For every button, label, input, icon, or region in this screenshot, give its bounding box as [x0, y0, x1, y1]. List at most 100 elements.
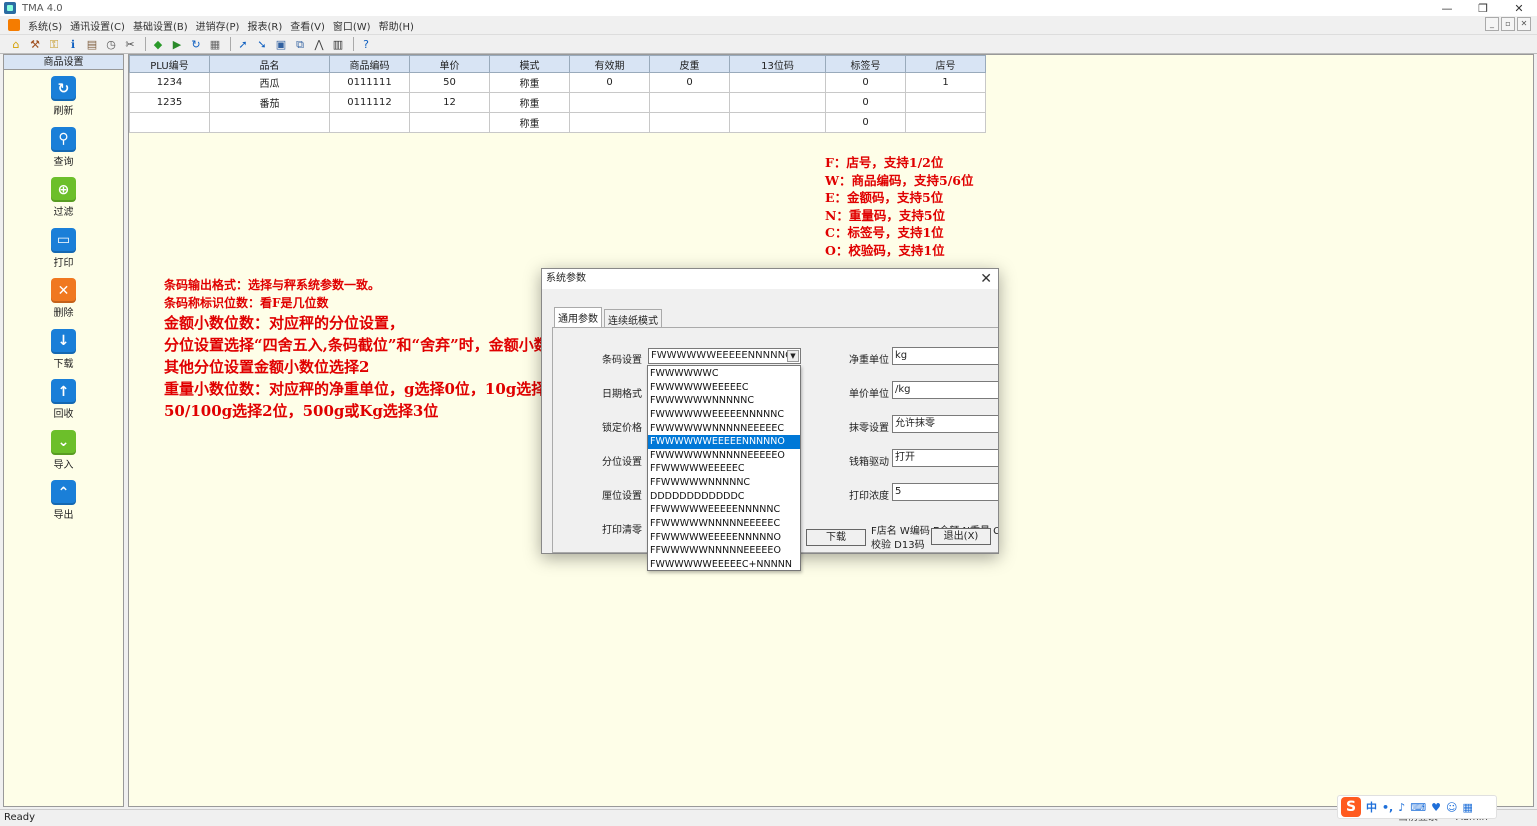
- column-header[interactable]: 13位码: [729, 55, 826, 73]
- key-icon[interactable]: ⚿: [46, 36, 62, 52]
- export-icon[interactable]: ⌃: [51, 480, 76, 505]
- barcode-icon[interactable]: ▥: [330, 36, 346, 52]
- table-cell[interactable]: 0: [825, 112, 906, 133]
- net-weight-unit-field[interactable]: kg: [892, 347, 998, 365]
- import-icon[interactable]: ⌄: [51, 429, 76, 455]
- dropdown-option[interactable]: FFWWWWWNNNNNEEEEEO: [648, 544, 800, 558]
- dropdown-option[interactable]: DDDDDDDDDDDDC: [648, 490, 800, 504]
- menu-system[interactable]: 系统(S): [28, 18, 62, 33]
- mdi-minimize-button[interactable]: _: [1485, 17, 1499, 31]
- database-icon[interactable]: ▦: [207, 36, 223, 52]
- table-cell[interactable]: [649, 92, 730, 113]
- menu-communication[interactable]: 通讯设置(C): [70, 18, 125, 33]
- column-header[interactable]: 皮重: [649, 55, 730, 73]
- mdi-restore-button[interactable]: ▫: [1501, 17, 1515, 31]
- column-header[interactable]: 单价: [409, 55, 490, 73]
- table-cell[interactable]: [569, 112, 650, 133]
- scale-receive-icon[interactable]: ➘: [254, 36, 270, 52]
- sidebar-item[interactable]: ↻ 刷新: [4, 76, 123, 117]
- refresh-icon[interactable]: ↻: [188, 36, 204, 52]
- toolbox-icon[interactable]: ▦: [1462, 801, 1472, 814]
- sidebar-item[interactable]: ⌄ 导入: [4, 429, 123, 471]
- ime-toolbar[interactable]: S 中 •, ♪ ⌨ ♥ ☺ ▦: [1337, 795, 1497, 819]
- table-cell[interactable]: 称重: [489, 92, 570, 113]
- dropdown-option[interactable]: FWWWWWWEEEEENNNNNO: [648, 435, 800, 449]
- app-menu-icon[interactable]: [8, 19, 20, 31]
- table-cell[interactable]: [329, 112, 410, 133]
- dropdown-option[interactable]: FFWWWWWNNNNNEEEEEC: [648, 517, 800, 531]
- column-header[interactable]: 商品编码: [329, 55, 410, 73]
- table-cell[interactable]: [409, 112, 490, 133]
- cash-drawer-field[interactable]: 打开: [892, 449, 998, 467]
- tab-continuous-paper[interactable]: 连续纸模式: [604, 309, 662, 327]
- dialog-close-icon[interactable]: ✕: [980, 270, 992, 288]
- table-cell[interactable]: [905, 92, 986, 113]
- menu-basic-settings[interactable]: 基础设置(B): [133, 18, 188, 33]
- refresh-icon[interactable]: ↻: [51, 76, 76, 101]
- camera-icon[interactable]: ▭: [51, 227, 76, 253]
- clock-icon[interactable]: ◷: [103, 36, 119, 52]
- skin-icon[interactable]: ♥: [1431, 801, 1441, 814]
- home-icon[interactable]: ⌂: [8, 36, 24, 52]
- microphone-icon[interactable]: ♪: [1398, 801, 1405, 814]
- column-header[interactable]: 标签号: [825, 55, 906, 73]
- column-header[interactable]: PLU编号: [129, 55, 210, 73]
- menu-reports[interactable]: 报表(R): [247, 18, 282, 33]
- dropdown-option[interactable]: FWWWWWWNNNNNEEEEEC: [648, 422, 800, 436]
- scale-send-icon[interactable]: ➚: [235, 36, 251, 52]
- table-cell[interactable]: 1: [905, 72, 986, 93]
- table-cell[interactable]: [729, 72, 826, 93]
- maximize-button[interactable]: ❐: [1465, 0, 1501, 16]
- dropdown-option[interactable]: FWWWWWWEEEEENNNNNC: [648, 408, 800, 422]
- table-cell[interactable]: 番茄: [209, 92, 330, 113]
- dropdown-option[interactable]: FFWWWWWEEEEENNNNNO: [648, 531, 800, 545]
- menu-inventory[interactable]: 进销存(P): [196, 18, 240, 33]
- dropdown-option[interactable]: FWWWWWWEEEEEC: [648, 381, 800, 395]
- upload-icon[interactable]: ◆: [150, 36, 166, 52]
- upload-icon[interactable]: ↑: [51, 379, 76, 404]
- table-cell[interactable]: 0111111: [329, 72, 410, 93]
- sidebar-item[interactable]: ↑ 回收: [4, 379, 123, 420]
- dropdown-option[interactable]: FWWWWWWNNNNNEEEEEO: [648, 449, 800, 463]
- delete-icon[interactable]: ✕: [51, 278, 76, 303]
- hammer-icon[interactable]: ⚒: [27, 36, 43, 52]
- help-icon[interactable]: ?: [358, 36, 374, 52]
- menu-help[interactable]: 帮助(H): [379, 18, 414, 33]
- close-button[interactable]: ✕: [1501, 0, 1537, 16]
- document-icon[interactable]: ▤: [84, 36, 100, 52]
- sidebar-item[interactable]: ⊕ 过滤: [4, 177, 123, 218]
- table-cell[interactable]: [129, 112, 210, 133]
- table-row[interactable]: 1234 西瓜 0111111 50 称重 0 0 0 1: [129, 72, 986, 93]
- table-cell[interactable]: [729, 92, 826, 113]
- download-button[interactable]: 下载: [806, 529, 866, 546]
- search-icon[interactable]: ⚲: [51, 126, 76, 152]
- table-cell[interactable]: [569, 92, 650, 113]
- info-icon[interactable]: ℹ: [65, 36, 81, 52]
- dropdown-option[interactable]: FFWWWWWNNNNNC: [648, 476, 800, 490]
- table-cell[interactable]: 0111112: [329, 92, 410, 113]
- dropdown-option[interactable]: FFWWWWWEEEEENNNNNC: [648, 503, 800, 517]
- table-cell[interactable]: 50: [409, 72, 490, 93]
- sidebar-item[interactable]: ⚲ 查询: [4, 126, 123, 168]
- tab-general[interactable]: 通用参数: [554, 307, 602, 327]
- table-cell[interactable]: 西瓜: [209, 72, 330, 93]
- table-cell[interactable]: 1235: [129, 92, 210, 113]
- table-row[interactable]: 称重 0: [129, 112, 986, 133]
- table-cell[interactable]: 0: [825, 92, 906, 113]
- sidebar-item[interactable]: ▭ 打印: [4, 227, 123, 269]
- chart-icon[interactable]: ⋀: [311, 36, 327, 52]
- table-cell[interactable]: 称重: [489, 72, 570, 93]
- table-cell[interactable]: [209, 112, 330, 133]
- sidebar-item[interactable]: ↓ 下载: [4, 328, 123, 370]
- table-cell[interactable]: 0: [569, 72, 650, 93]
- sidebar-item[interactable]: ✕ 删除: [4, 278, 123, 319]
- chinese-mode-icon[interactable]: 中: [1366, 799, 1377, 815]
- barcode-format-select[interactable]: FWWWWWWEEEEENNNNNC ▼: [648, 348, 801, 364]
- rounding-setting-field[interactable]: 允许抹零: [892, 415, 998, 433]
- globe-icon[interactable]: ⊕: [51, 177, 76, 202]
- column-header[interactable]: 模式: [489, 55, 570, 73]
- column-header[interactable]: 品名: [209, 55, 330, 73]
- table-cell[interactable]: [729, 112, 826, 133]
- table-cell[interactable]: 称重: [489, 112, 570, 133]
- dropdown-option[interactable]: FWWWWWWNNNNNC: [648, 394, 800, 408]
